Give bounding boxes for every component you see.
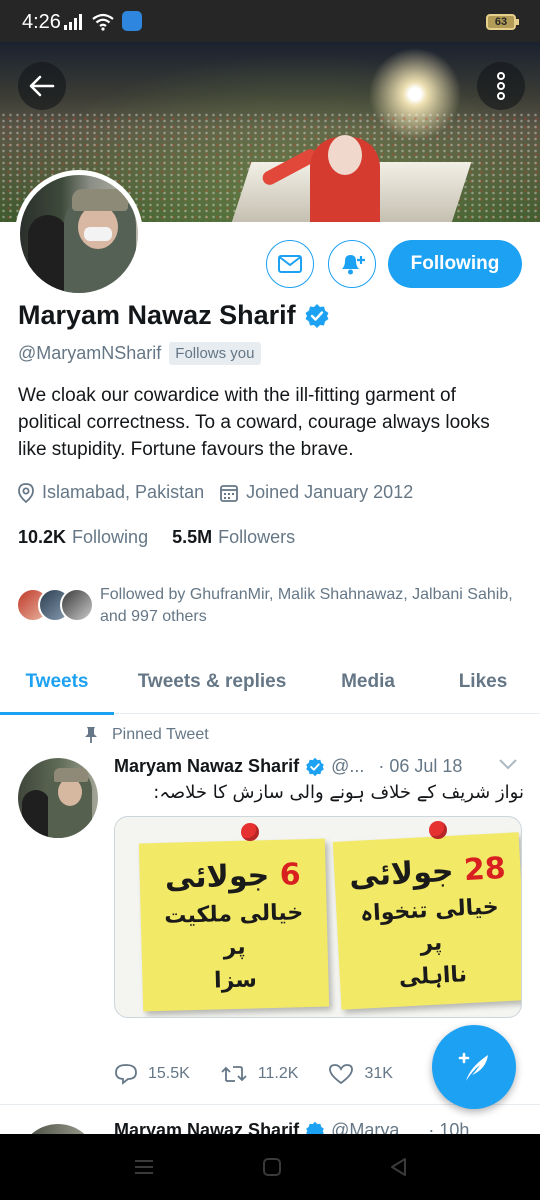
profile-name: Maryam Nawaz Sharif <box>18 300 296 330</box>
verified-badge-icon <box>305 303 329 328</box>
note-right-line2: پر <box>419 930 443 957</box>
recent-apps-icon[interactable] <box>133 1158 155 1176</box>
retweet-action[interactable]: 11.2K <box>220 1064 299 1084</box>
tab-likes[interactable]: Likes <box>426 650 540 714</box>
profile-handle: @MaryamNSharif <box>18 343 162 363</box>
compose-tweet-button[interactable] <box>432 1025 516 1109</box>
profile-stats: 10.2K Following 5.5M Followers <box>18 527 295 548</box>
heart-icon <box>329 1064 354 1085</box>
note-left-line1: خیالی ملکیت <box>163 900 304 929</box>
tweet-author-name: Maryam Nawaz Sharif <box>114 756 300 776</box>
following-label: Following <box>72 527 149 547</box>
profile-location: Islamabad, Pakistan <box>42 482 205 502</box>
system-nav-bar <box>0 1134 540 1200</box>
reply-count: 15.5K <box>148 1065 190 1082</box>
pushpin-red-icon <box>241 823 259 841</box>
location-pin-icon <box>18 482 34 503</box>
bell-plus-icon <box>342 255 365 275</box>
reply-icon <box>115 1064 137 1085</box>
tweet-actions: 15.5K 11.2K 31K <box>114 1063 423 1085</box>
followers-count: 5.5M <box>172 527 213 547</box>
tweet-header: Maryam Nawaz Sharif @... · 06 Jul 18 <box>114 756 524 777</box>
note-left-line3: سزا <box>213 967 258 994</box>
note-left-line2: پر <box>223 934 246 961</box>
back-nav-icon[interactable] <box>389 1157 407 1177</box>
profile-joined: Joined January 2012 <box>246 482 414 502</box>
battery-indicator: 63 <box>486 14 519 30</box>
status-time: 4:26 <box>22 11 61 33</box>
tweet-author-handle: @... <box>331 756 365 776</box>
verified-badge-icon <box>306 757 324 776</box>
banner-speaker <box>310 135 380 222</box>
tab-media[interactable]: Media <box>310 650 426 714</box>
mini-avatar <box>60 588 94 622</box>
more-vertical-icon <box>497 72 505 100</box>
tab-tweets-replies[interactable]: Tweets & replies <box>114 650 310 714</box>
like-count: 31K <box>364 1065 393 1082</box>
like-action[interactable]: 31K <box>328 1063 393 1085</box>
chevron-down-icon[interactable] <box>498 758 518 770</box>
followers-label: Followers <box>218 527 296 547</box>
signal-icon <box>64 14 82 30</box>
notification-app-icon <box>122 11 142 31</box>
following-button[interactable]: Following <box>388 240 522 288</box>
profile-tabs: Tweets Tweets & replies Media Likes <box>0 650 540 715</box>
note-right-line3: نااہلی <box>398 962 468 991</box>
more-options-button[interactable] <box>477 62 525 110</box>
sticky-note-left: 6 جولائی خیالی ملکیت پر سزا <box>138 838 330 1012</box>
sticky-note-right: 28 جولائی خیالی تنخواہ پر نااہلی <box>332 832 521 1010</box>
home-icon[interactable] <box>262 1157 282 1177</box>
followed-by-avatars <box>16 588 96 628</box>
arrow-left-icon <box>29 75 55 97</box>
following-stat[interactable]: 10.2K Following <box>18 527 148 548</box>
compose-tweet-icon <box>458 1052 488 1081</box>
pinned-tweet-label: Pinned Tweet <box>84 726 209 744</box>
status-bar: 4:26 63 <box>0 0 540 42</box>
note-right-heading: جولائی <box>348 853 455 895</box>
followers-stat[interactable]: 5.5M Followers <box>172 527 295 548</box>
follows-you-badge: Follows you <box>169 342 261 365</box>
calendar-icon <box>220 484 238 502</box>
note-right-line1: خیالی تنخواہ <box>359 894 500 927</box>
notifications-button[interactable] <box>328 240 376 288</box>
pinned-text: Pinned Tweet <box>112 726 209 743</box>
reply-action[interactable]: 15.5K <box>114 1063 190 1085</box>
profile-bio: We cloak our cowardice with the ill-fitt… <box>18 385 490 460</box>
followed-by-text: Followed by GhufranMir, Malik Shahnawaz,… <box>100 586 513 625</box>
tweet-text: نواز شریف کے خلاف ہونے والی سازش کا خلاص… <box>153 782 524 803</box>
followed-by-row[interactable]: Followed by GhufranMir, Malik Shahnawaz,… <box>16 584 520 628</box>
profile-meta: Islamabad, Pakistan Joined January 2012 <box>18 482 419 503</box>
retweet-count: 11.2K <box>257 1065 299 1082</box>
handle-row: @MaryamNSharif Follows you <box>18 342 261 365</box>
note-left-heading: جولائی <box>164 858 270 896</box>
tweet-avatar[interactable] <box>18 758 98 838</box>
back-button[interactable] <box>18 62 66 110</box>
message-button[interactable] <box>266 240 314 288</box>
pushpin-red-icon <box>429 821 447 839</box>
tweet-date: · 06 Jul 18 <box>378 756 463 776</box>
pushpin-icon <box>85 727 97 743</box>
tab-tweets[interactable]: Tweets <box>0 650 114 715</box>
envelope-icon <box>278 255 302 273</box>
profile-avatar[interactable] <box>15 170 143 298</box>
note-left-number: 6 <box>279 857 302 893</box>
following-count: 10.2K <box>18 527 67 547</box>
wifi-icon <box>92 13 114 31</box>
retweet-icon <box>221 1066 247 1082</box>
note-right-number: 28 <box>463 850 507 889</box>
profile-name-row: Maryam Nawaz Sharif <box>18 300 330 331</box>
tweet-media-image[interactable]: 6 جولائی خیالی ملکیت پر سزا 28 جولائی خی… <box>114 816 522 1018</box>
